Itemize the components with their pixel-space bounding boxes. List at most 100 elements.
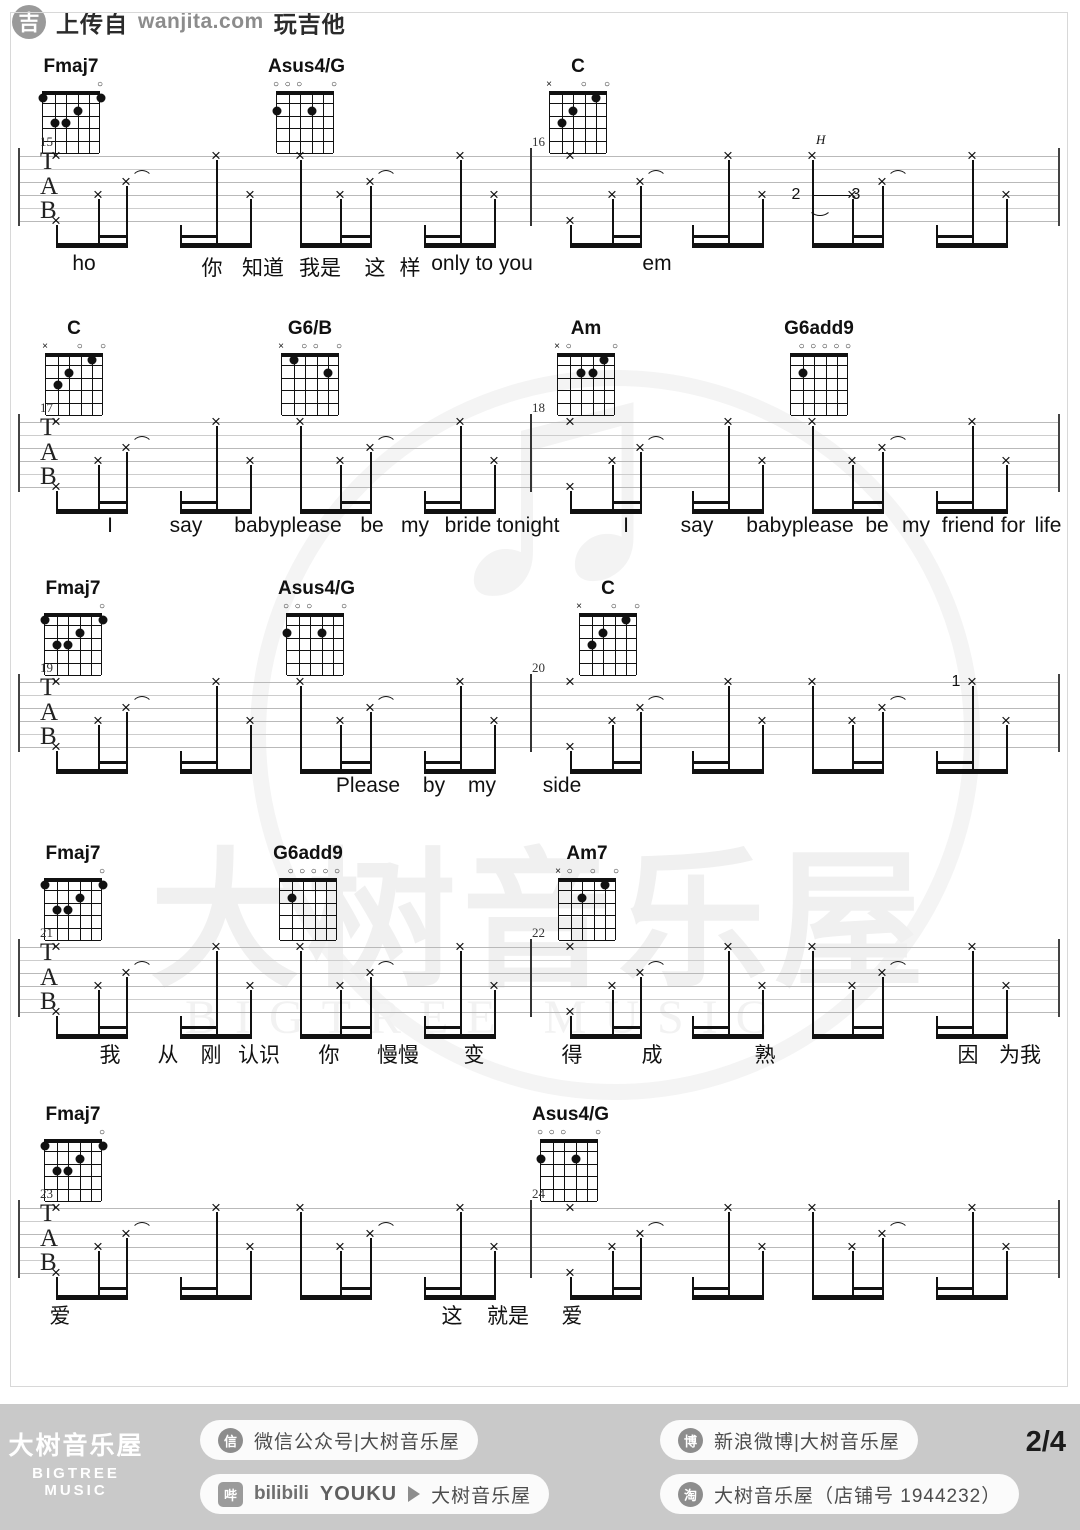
finger-dot (557, 118, 567, 128)
mute-note-x: × (51, 672, 61, 691)
primary-beam (692, 1295, 764, 1300)
primary-beam (56, 243, 128, 248)
weibo-icon: 博 (678, 1427, 703, 1453)
open-string-icon: ○ (810, 341, 817, 352)
note-stem (180, 491, 182, 509)
note-stem (972, 686, 974, 769)
finger-dot (571, 1154, 581, 1164)
note-stem (56, 1277, 58, 1295)
lyric-syllable: 你 (318, 1044, 340, 1067)
tab-line (18, 682, 1060, 683)
note-stem (570, 751, 572, 769)
note-stem (972, 951, 974, 1034)
youku-brand: YOUKU (319, 1482, 398, 1505)
fret-line (287, 650, 343, 652)
staff-start-barline (18, 148, 20, 226)
fret-line (280, 890, 336, 892)
tie-arc (887, 436, 909, 447)
secondary-beam (612, 501, 642, 505)
finger-dot (798, 368, 808, 378)
tab-line (18, 734, 1060, 735)
note-stem (56, 225, 58, 243)
secondary-beam (424, 761, 462, 765)
secondary-beam (180, 235, 218, 239)
finger-dot (50, 118, 60, 128)
play-icon (408, 1486, 421, 1502)
lyric-syllable: 从 (157, 1044, 179, 1067)
string-line (581, 353, 583, 415)
lyric-syllable: by (422, 774, 446, 797)
wechat-pill[interactable]: 信 微信公众号|大树音乐屋 (200, 1420, 478, 1460)
note-stem (424, 225, 426, 243)
fretboard-grid (557, 878, 617, 942)
finger-dot (96, 93, 106, 103)
mute-string-icon: × (546, 79, 552, 90)
nut (539, 1139, 599, 1143)
lyric-syllable: 成 (641, 1044, 663, 1067)
video-pill[interactable]: 哔 bilibili YOUKU 大树音乐屋 (200, 1474, 550, 1514)
fret-line (541, 1163, 597, 1165)
secondary-beam (424, 501, 462, 505)
lyric-syllable: em (642, 252, 672, 275)
banner-url-text: wanjita.com (138, 10, 264, 33)
finger-dot (64, 368, 74, 378)
lyric-row: ho 你知道 我是这样 only to you em (0, 252, 1080, 286)
staff-end-barline (1058, 939, 1060, 1017)
tab-line (18, 973, 1060, 974)
lyric-syllable: say (680, 514, 714, 537)
note-stem (1006, 725, 1008, 769)
note-stem (728, 951, 730, 1034)
note-stem (300, 1212, 302, 1295)
tie-arc (645, 696, 667, 707)
note-stem (494, 725, 496, 769)
fret-line (282, 402, 338, 404)
open-string-icon: ○ (272, 79, 280, 90)
tie-arc (131, 1222, 153, 1233)
lyric-syllable: my (468, 774, 496, 797)
lyric-syllable: 熟 (754, 1044, 776, 1067)
secondary-beam (852, 1026, 884, 1030)
chord-diagram-c: C × ○ ○ (571, 578, 645, 677)
tab-line (18, 169, 1060, 170)
secondary-beam (98, 501, 128, 505)
lyric-syllable: 我 (99, 1044, 121, 1067)
tab-line (18, 487, 1060, 488)
taobao-pill[interactable]: 淘 大树音乐屋（店铺号 1944232） (660, 1474, 1020, 1514)
nut (43, 613, 103, 617)
chord-open-mute-marks: × ○ ○ ○ (278, 342, 342, 353)
secondary-beam (340, 761, 372, 765)
note-stem (936, 751, 938, 769)
weibo-pill[interactable]: 博 新浪微博|大树音乐屋 (660, 1420, 918, 1460)
lyric-syllable: 爱 (561, 1305, 583, 1328)
tab-line (18, 1273, 1060, 1274)
fret-line (46, 377, 102, 379)
tie-arc (375, 1222, 397, 1233)
primary-beam (56, 509, 128, 514)
lyric-syllable: babyplease (746, 514, 854, 537)
note-stem (300, 160, 302, 243)
lyric-syllable: Please (335, 774, 401, 797)
chord-open-mute-marks: ○ (44, 1128, 105, 1139)
tie-arc (887, 961, 909, 972)
string-line (79, 613, 81, 675)
string-line (303, 878, 305, 940)
staff-end-barline (1058, 148, 1060, 226)
note-stem (1006, 465, 1008, 509)
staff-lines: T A B × × × × × × × × × × × × × × × × × × × × × × 1 (18, 672, 1060, 774)
secondary-beam (424, 235, 462, 239)
primary-beam (56, 1034, 128, 1039)
hammer-on-marker: H (816, 132, 826, 147)
tie-arc (645, 1222, 667, 1233)
primary-beam (180, 1034, 252, 1039)
note-stem (570, 1016, 572, 1034)
fret-line (46, 365, 102, 367)
chord-diagram-g6b: G6/B × ○ ○ ○ (273, 318, 347, 417)
secondary-beam (98, 761, 128, 765)
measure-number: 23 (40, 1186, 53, 1201)
secondary-beam (180, 761, 218, 765)
tab-line (18, 448, 1060, 449)
finger-dot (588, 368, 598, 378)
lyric-syllable: be (360, 514, 384, 537)
fret-line (558, 390, 614, 392)
tab-line (18, 461, 1060, 462)
